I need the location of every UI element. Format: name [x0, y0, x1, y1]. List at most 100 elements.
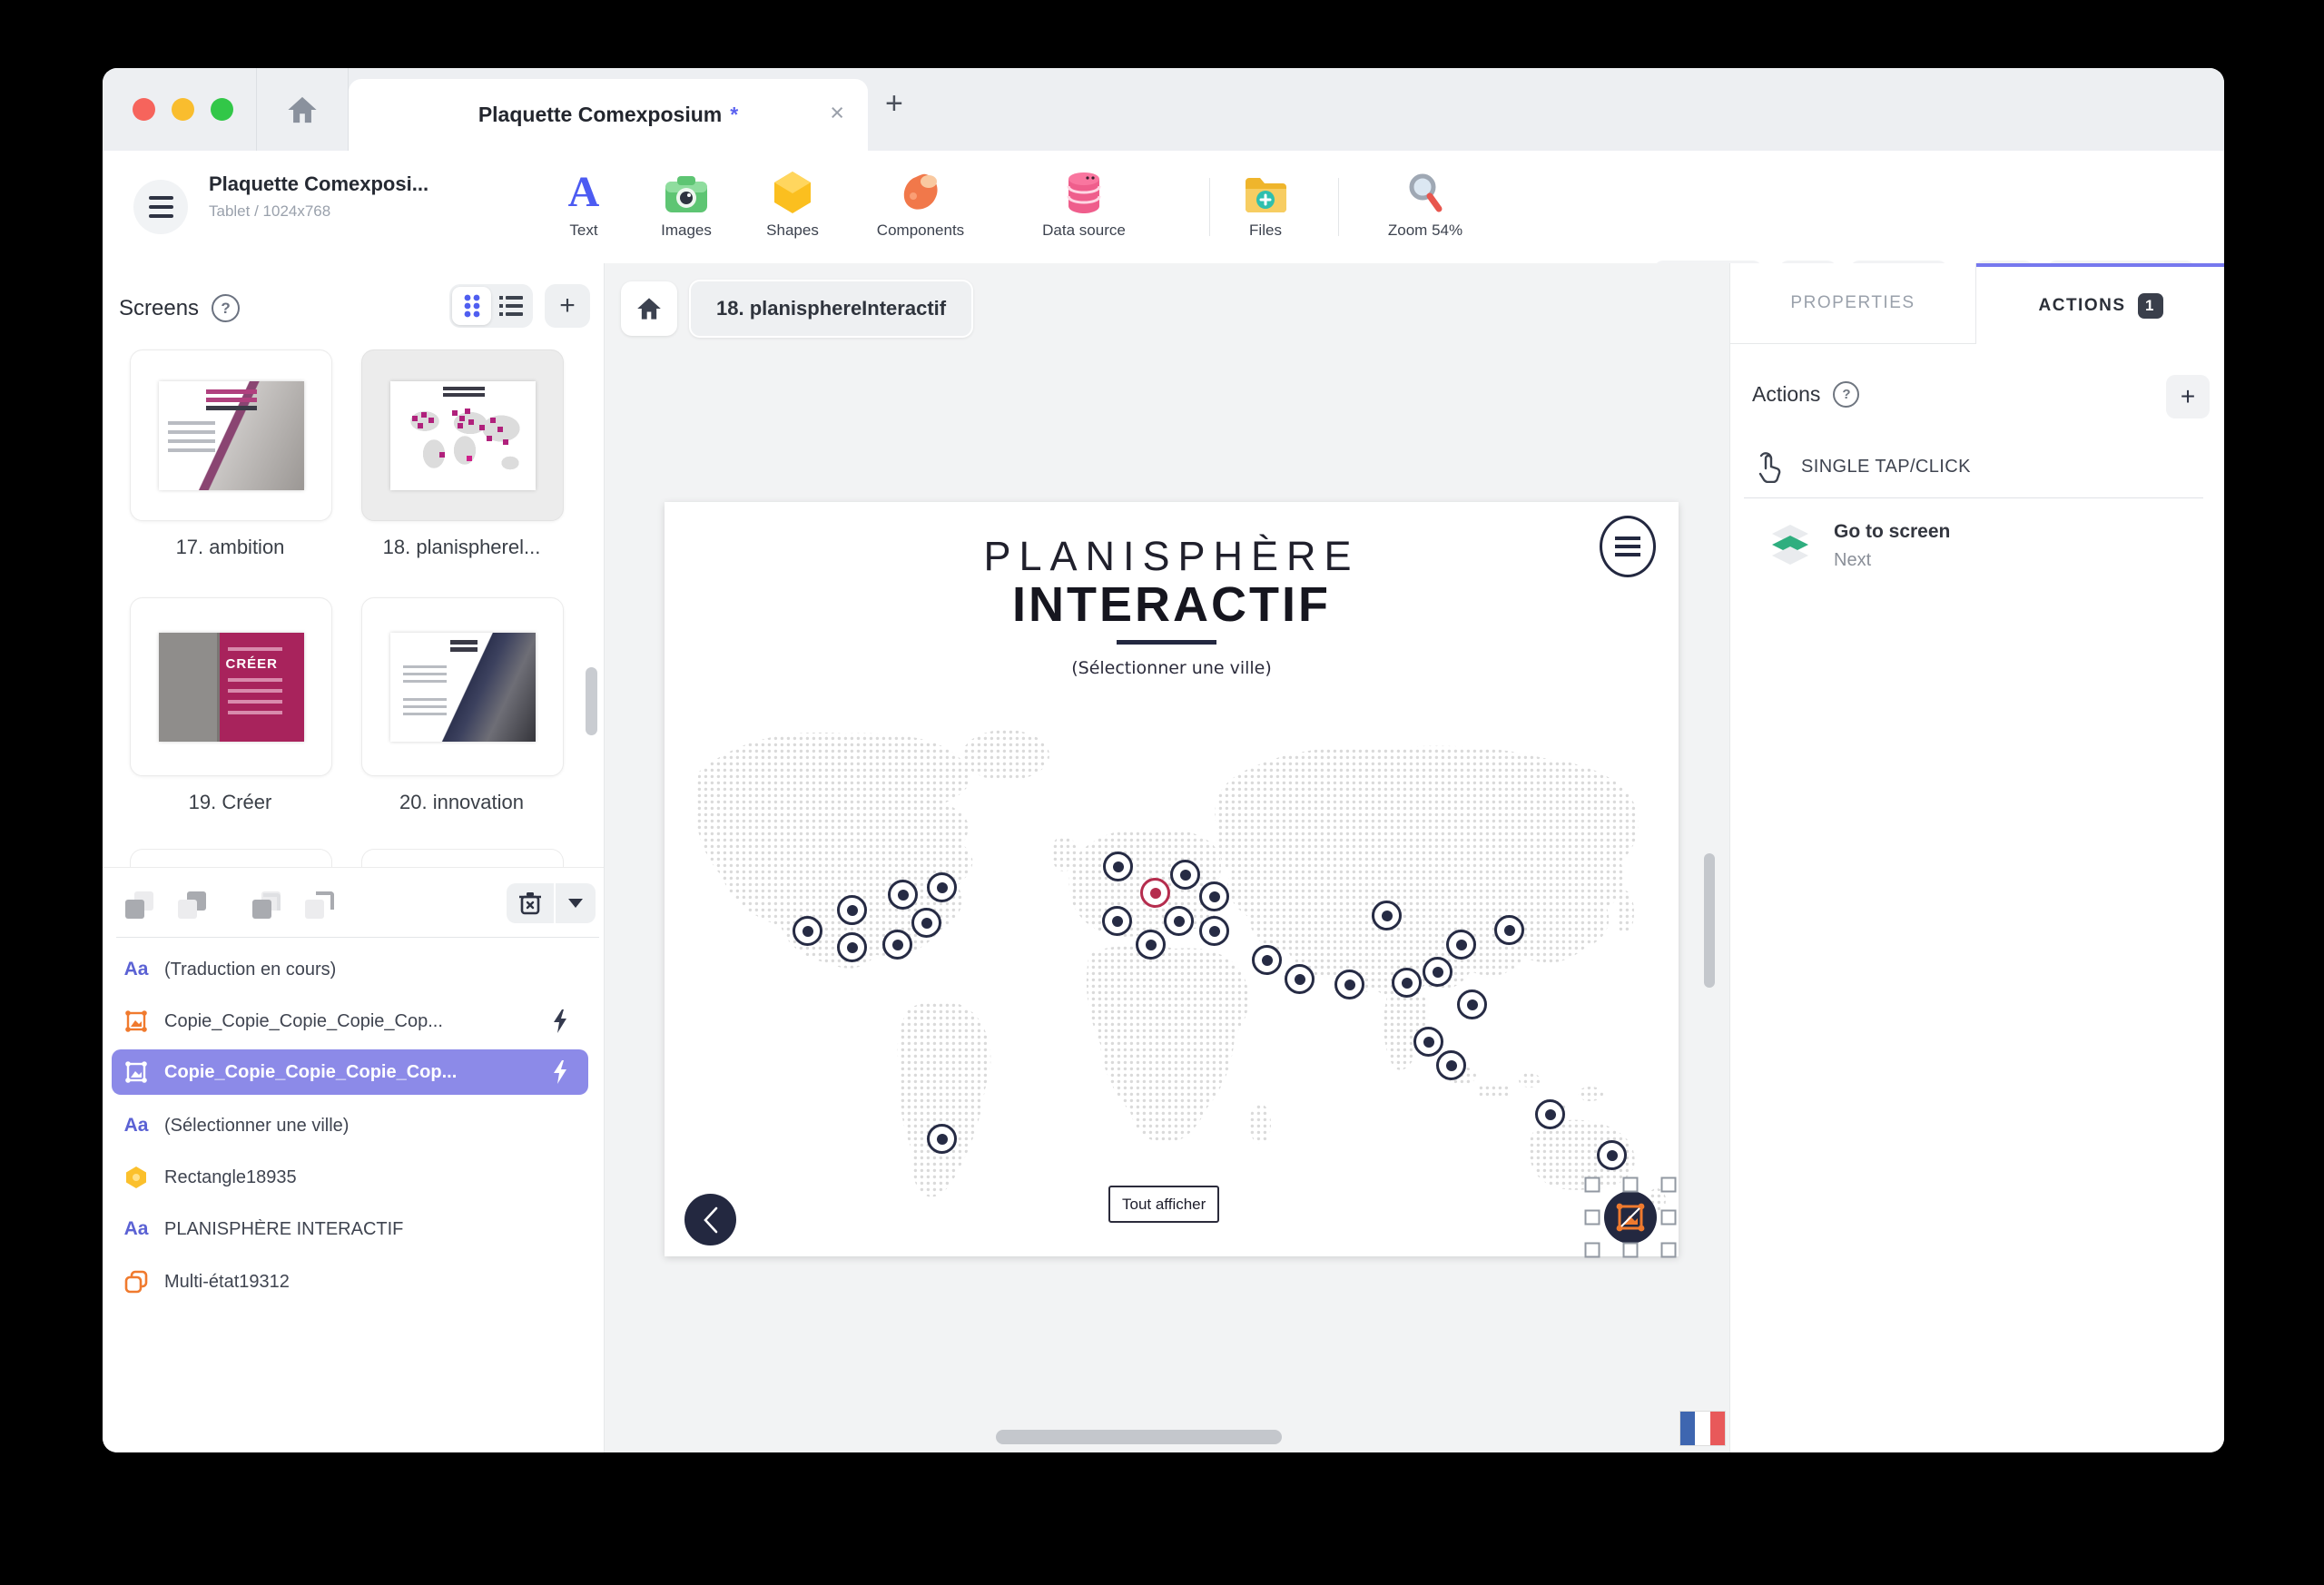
- help-icon[interactable]: ?: [1833, 381, 1859, 408]
- city-marker[interactable]: [911, 908, 941, 938]
- tool-shapes[interactable]: Shapes: [738, 167, 847, 240]
- city-marker[interactable]: [1457, 989, 1487, 1019]
- selected-element[interactable]: [1592, 1185, 1669, 1250]
- project-tab[interactable]: Plaquette Comexposium * ×: [349, 79, 868, 151]
- layer-row[interactable]: Aa(Sélectionner une ville): [112, 1103, 588, 1148]
- screens-scrollbar[interactable]: [586, 667, 597, 735]
- zoom-window-button[interactable]: [211, 98, 233, 121]
- layer-row[interactable]: Aa(Traduction en cours): [112, 947, 588, 992]
- city-marker[interactable]: [1334, 970, 1364, 999]
- screen-label[interactable]: 17. ambition: [130, 536, 330, 559]
- city-marker[interactable]: [1199, 916, 1229, 946]
- toolbar-separator: [1209, 178, 1210, 236]
- screen-label[interactable]: 18. planispherel...: [361, 536, 562, 559]
- grid-view-button[interactable]: [452, 287, 491, 325]
- tool-components[interactable]: Components: [866, 167, 975, 240]
- delete-layer-button[interactable]: [507, 883, 554, 923]
- city-marker[interactable]: [1252, 945, 1282, 975]
- delete-options-button[interactable]: [556, 883, 596, 923]
- tab-properties[interactable]: PROPERTIES: [1730, 263, 1976, 344]
- canvas-vertical-scrollbar[interactable]: [1704, 853, 1715, 988]
- resize-handle[interactable]: [1585, 1177, 1600, 1193]
- city-marker[interactable]: [1372, 901, 1402, 930]
- zoom-control[interactable]: Zoom 54%: [1371, 167, 1480, 240]
- city-marker[interactable]: [1199, 881, 1229, 911]
- canvas-horizontal-scrollbar[interactable]: [996, 1430, 1282, 1444]
- city-marker[interactable]: [1446, 930, 1476, 960]
- tab-actions[interactable]: ACTIONS 1: [1976, 263, 2224, 344]
- action-item-go-to-screen[interactable]: Go to screen Next: [1765, 521, 1950, 571]
- resize-handle[interactable]: [1661, 1243, 1677, 1258]
- bring-to-front-button[interactable]: [305, 890, 338, 922]
- city-marker[interactable]: [1597, 1140, 1627, 1170]
- city-marker[interactable]: [1423, 957, 1452, 987]
- city-marker[interactable]: [1164, 906, 1194, 936]
- city-marker[interactable]: [888, 880, 918, 910]
- show-all-button[interactable]: Tout afficher: [1108, 1186, 1219, 1223]
- language-flag-fr[interactable]: [1680, 1412, 1725, 1445]
- city-marker[interactable]: [1102, 906, 1132, 936]
- city-marker[interactable]: [837, 895, 867, 925]
- city-marker[interactable]: [793, 916, 822, 946]
- send-to-back-button[interactable]: [252, 890, 285, 922]
- screen-label[interactable]: 19. Créer: [130, 791, 330, 814]
- screen-card-partial[interactable]: [130, 849, 332, 868]
- previous-screen-button[interactable]: [684, 1194, 736, 1245]
- hexagon-icon: [772, 167, 813, 214]
- resize-handle[interactable]: [1585, 1210, 1600, 1226]
- city-marker[interactable]: [1285, 964, 1315, 994]
- artboard-menu-button[interactable]: [1600, 516, 1656, 577]
- add-screen-button[interactable]: +: [545, 284, 590, 328]
- help-icon[interactable]: ?: [212, 294, 240, 322]
- layer-row[interactable]: Multi-état19312: [112, 1259, 588, 1304]
- close-tab-icon[interactable]: ×: [830, 101, 844, 125]
- city-marker[interactable]: [927, 1124, 957, 1154]
- city-marker[interactable]: [882, 930, 912, 960]
- minimize-window-button[interactable]: [172, 98, 194, 121]
- city-marker[interactable]: [1494, 915, 1524, 945]
- list-view-button[interactable]: [491, 287, 530, 325]
- screen-label[interactable]: 20. innovation: [361, 791, 562, 814]
- main-content: Screens ?: [103, 263, 2224, 1452]
- resize-handle[interactable]: [1623, 1177, 1639, 1193]
- layer-row[interactable]: AaPLANISPHÈRE INTERACTIF: [112, 1206, 588, 1252]
- city-marker[interactable]: [1103, 852, 1133, 881]
- main-menu-button[interactable]: [133, 180, 188, 234]
- city-marker[interactable]: [837, 932, 867, 962]
- resize-handle[interactable]: [1661, 1177, 1677, 1193]
- layer-row[interactable]: Copie_Copie_Copie_Copie_Cop...: [112, 999, 588, 1044]
- city-marker[interactable]: [927, 872, 957, 902]
- city-marker[interactable]: [1170, 860, 1200, 890]
- screen-card[interactable]: [361, 349, 564, 521]
- project-info[interactable]: Plaquette Comexposi... Tablet / 1024x768: [209, 172, 428, 221]
- artboard[interactable]: PLANISPHÈRE INTERACTIF (Sélectionner une…: [665, 502, 1679, 1256]
- trigger-row[interactable]: SINGLE TAP/CLICK: [1754, 450, 1971, 483]
- city-marker[interactable]: [1413, 1027, 1443, 1057]
- city-marker[interactable]: [1436, 1050, 1466, 1080]
- layer-row[interactable]: Rectangle18935: [112, 1155, 588, 1200]
- send-backward-button[interactable]: [125, 890, 158, 922]
- resize-handle[interactable]: [1661, 1210, 1677, 1226]
- resize-handle[interactable]: [1585, 1243, 1600, 1258]
- screen-card[interactable]: [361, 597, 564, 776]
- tool-text[interactable]: A Text: [529, 167, 638, 240]
- tool-files[interactable]: Files: [1211, 167, 1320, 240]
- screen-home-button[interactable]: [621, 281, 677, 336]
- tool-data-source[interactable]: Data source: [1029, 167, 1138, 240]
- add-action-button[interactable]: +: [2166, 375, 2210, 418]
- bring-forward-button[interactable]: [178, 890, 211, 922]
- city-marker-active[interactable]: [1140, 878, 1170, 908]
- screen-card[interactable]: [130, 349, 332, 521]
- new-tab-button[interactable]: +: [885, 88, 903, 119]
- layer-row[interactable]: Copie_Copie_Copie_Copie_Cop...: [112, 1049, 588, 1095]
- city-marker[interactable]: [1136, 930, 1166, 960]
- tool-images[interactable]: Images: [632, 167, 741, 240]
- resize-handle[interactable]: [1623, 1243, 1639, 1258]
- screen-card-partial[interactable]: [361, 849, 564, 868]
- breadcrumb[interactable]: 18. planisphereInteractif: [689, 280, 973, 338]
- screen-card[interactable]: [130, 597, 332, 776]
- city-marker[interactable]: [1392, 968, 1422, 998]
- home-tab-button[interactable]: [256, 68, 348, 151]
- close-window-button[interactable]: [133, 98, 155, 121]
- city-marker[interactable]: [1535, 1099, 1565, 1129]
